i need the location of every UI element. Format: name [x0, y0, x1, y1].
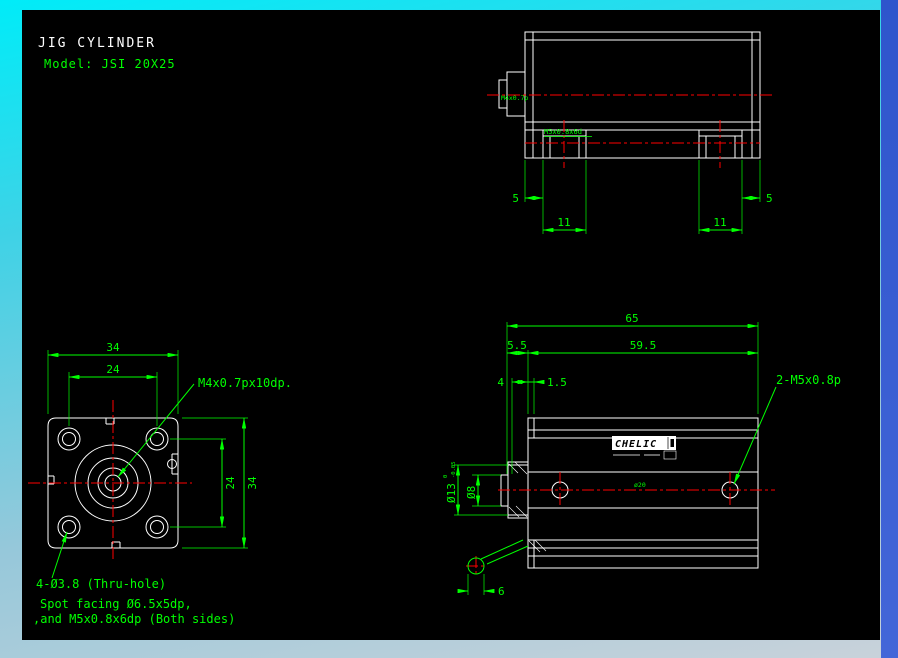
drawing-canvas[interactable]: JIG CYLINDER Model: JSI 20X25 — [22, 10, 880, 640]
dim-cap-5-5: 5.5 — [507, 339, 527, 352]
model-label: Model: JSI 20X25 — [44, 57, 176, 71]
note-spot-facing: Spot facing Ø6.5x5dp, — [40, 597, 192, 611]
dim-width-34: 34 — [106, 341, 120, 354]
port-thread-label: 2-M5x0.8p — [776, 373, 841, 387]
side-view: 5 11 11 5 M4x0.7p M5x0.8x6d — [487, 32, 773, 234]
dim-left-11: 11 — [557, 216, 570, 229]
section-centerlines — [466, 472, 775, 576]
section-view: CHELIC — [443, 312, 841, 598]
window-frame: JIG CYLINDER Model: JSI 20X25 — [0, 0, 898, 658]
right-strip — [881, 0, 898, 658]
piston-dia-label: ø20 — [634, 481, 646, 489]
dim-plate-1-5: 1.5 — [547, 376, 567, 389]
note-leader — [52, 532, 67, 578]
dim-width-24: 24 — [106, 363, 120, 376]
dim-total-65: 65 — [625, 312, 638, 325]
port-thread-leader — [734, 387, 776, 484]
bore-tol-upper: 0 — [443, 475, 449, 478]
dim-height-24: 24 — [224, 476, 237, 490]
dim-left-5: 5 — [512, 192, 519, 205]
page-title: JIG CYLINDER — [38, 36, 156, 51]
bore-tol-lower: -0.05 — [451, 461, 457, 478]
dim-height-34: 34 — [246, 476, 259, 490]
rod-dia-label: Ø8 — [465, 486, 478, 499]
bore-dia-label: Ø13 — [445, 483, 458, 503]
dim-right-5: 5 — [766, 192, 773, 205]
slot-detail — [468, 540, 528, 574]
dim-body-59-5: 59.5 — [630, 339, 657, 352]
section-extensions — [454, 322, 758, 595]
drawing-svg: JIG CYLINDER Model: JSI 20X25 — [22, 10, 880, 640]
center-thread-leader — [118, 384, 194, 477]
section-dimensions — [458, 326, 776, 591]
side-view-centerlines — [487, 95, 772, 168]
dim-slot-6: 6 — [498, 585, 505, 598]
note-thru-hole: 4-Ø3.8 (Thru-hole) — [36, 577, 166, 591]
brand-plate: CHELIC — [612, 436, 676, 459]
boss-thread-label: M4x0.7p — [501, 94, 528, 102]
note-thread: ,and M5x0.8x6dp (Both sides) — [33, 612, 235, 626]
front-view: 34 24 24 34 M4x0.7px10dp. 4-Ø3.8 (Thru-h… — [28, 341, 292, 626]
brand-label: CHELIC — [615, 439, 657, 450]
center-thread-label: M4x0.7px10dp. — [198, 376, 292, 390]
mount-thread-label: M5x0.8x6d — [544, 128, 582, 136]
dim-stub-4: 4 — [497, 376, 504, 389]
dim-right-11: 11 — [713, 216, 726, 229]
